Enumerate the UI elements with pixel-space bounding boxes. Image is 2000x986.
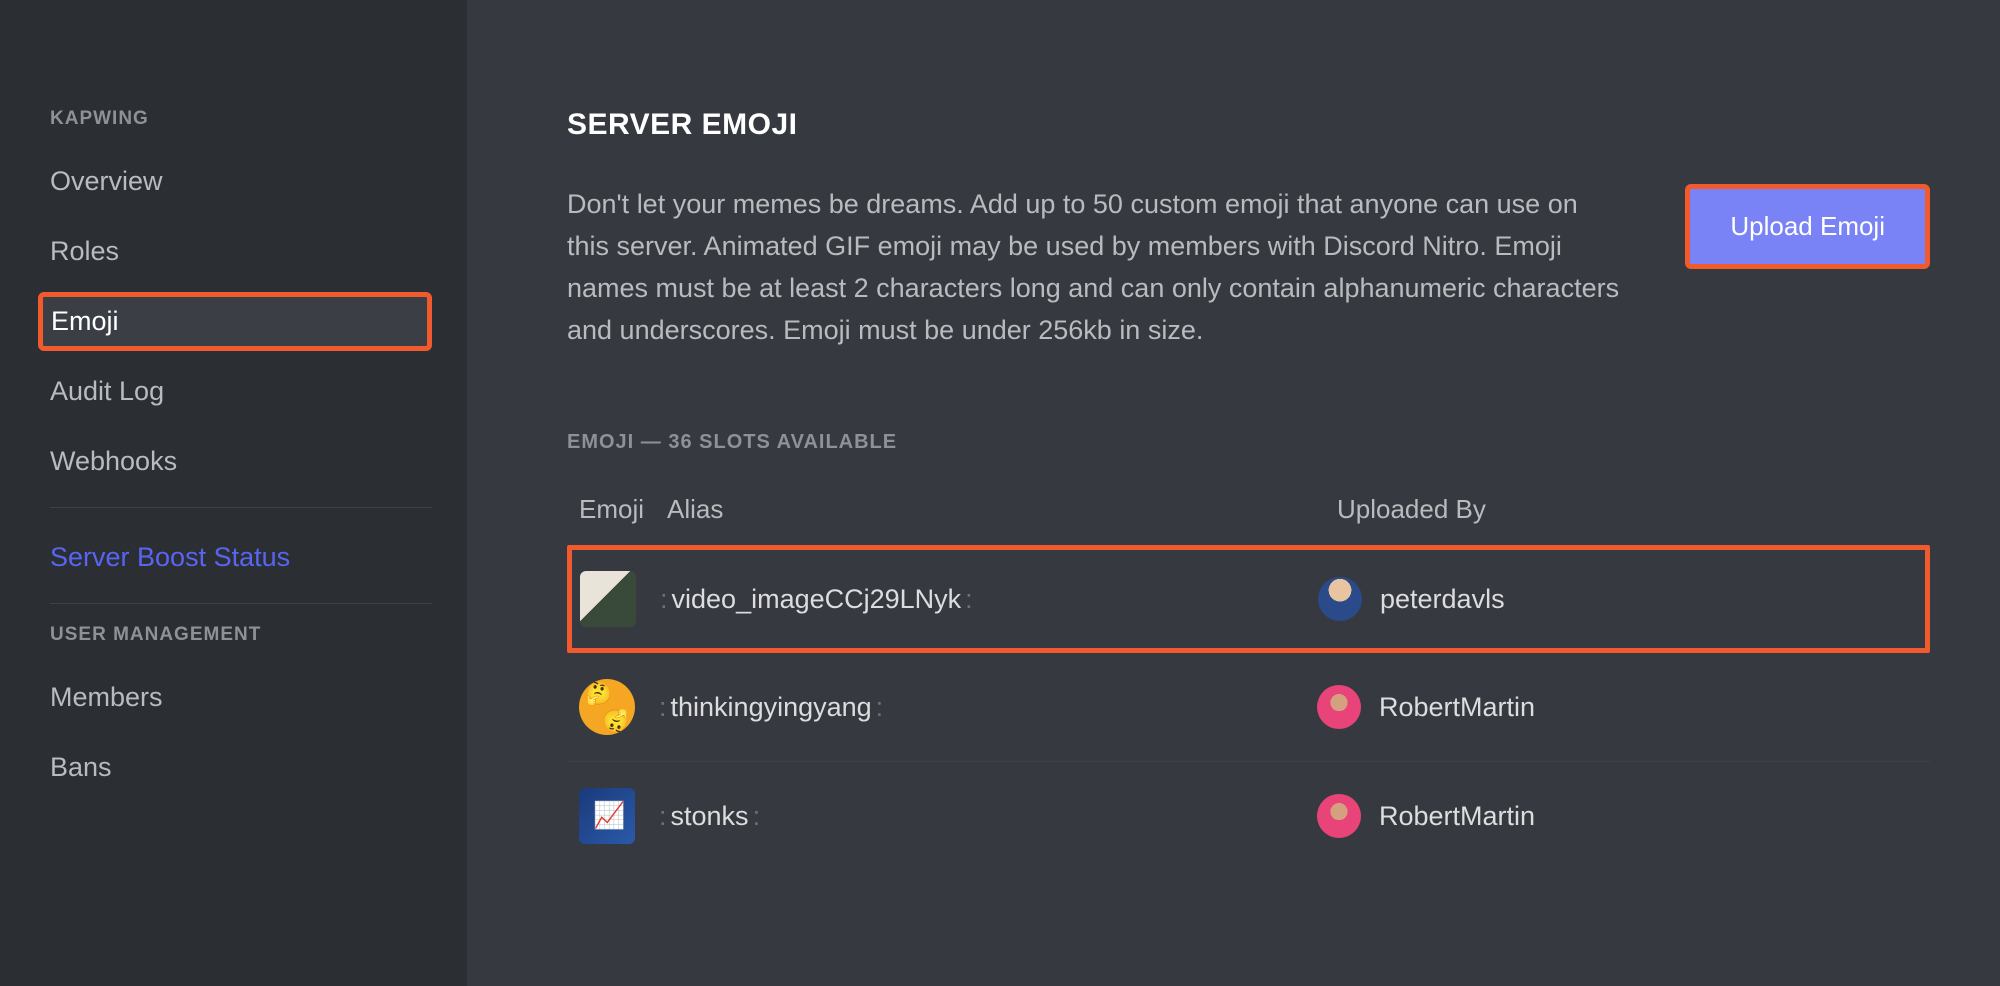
sidebar-header-server: KAPWING: [50, 108, 432, 130]
colon-prefix: :: [660, 584, 668, 615]
sidebar-item-label: Emoji: [51, 306, 119, 336]
sidebar-divider: [50, 603, 432, 604]
uploader-name: RobertMartin: [1379, 801, 1535, 832]
sidebar-divider: [50, 507, 432, 508]
emoji-row[interactable]: : thinkingyingyang : RobertMartin: [567, 653, 1930, 761]
emoji-alias-wrap: : thinkingyingyang :: [635, 692, 1317, 723]
sidebar-item-label: Members: [50, 682, 163, 712]
page-title: SERVER EMOJI: [567, 108, 1930, 142]
emoji-thumbnail: [579, 788, 635, 844]
emoji-alias[interactable]: stonks: [671, 801, 749, 832]
uploader-name: peterdavls: [1380, 584, 1505, 615]
sidebar-item-label: Overview: [50, 166, 163, 196]
page-description: Don't let your memes be dreams. Add up t…: [567, 184, 1625, 351]
colon-prefix: :: [659, 692, 667, 723]
colon-prefix: :: [659, 801, 667, 832]
sidebar-item-label: Audit Log: [50, 376, 164, 406]
emoji-alias-wrap: : stonks :: [635, 801, 1317, 832]
uploader-wrap: peterdavls: [1318, 577, 1505, 621]
main-content: SERVER EMOJI Don't let your memes be dre…: [467, 0, 2000, 986]
uploader-wrap: RobertMartin: [1317, 685, 1535, 729]
avatar: [1317, 685, 1361, 729]
emoji-alias[interactable]: video_imageCCj29LNyk: [672, 584, 962, 615]
sidebar-item-members[interactable]: Members: [38, 668, 432, 727]
sidebar-item-audit-log[interactable]: Audit Log: [38, 362, 432, 421]
emoji-table-header: Emoji Alias Uploaded By: [567, 494, 1930, 525]
uploader-wrap: RobertMartin: [1317, 794, 1535, 838]
column-header-alias: Alias: [667, 494, 1337, 525]
avatar: [1317, 794, 1361, 838]
sidebar-item-roles[interactable]: Roles: [38, 222, 432, 281]
sidebar-item-webhooks[interactable]: Webhooks: [38, 432, 432, 491]
emoji-alias[interactable]: thinkingyingyang: [671, 692, 872, 723]
colon-suffix: :: [876, 692, 884, 723]
emoji-alias-wrap: : video_imageCCj29LNyk :: [636, 584, 1318, 615]
sidebar-item-overview[interactable]: Overview: [38, 152, 432, 211]
colon-suffix: :: [965, 584, 973, 615]
header-row: Don't let your memes be dreams. Add up t…: [567, 184, 1930, 351]
sidebar-item-boost-status[interactable]: Server Boost Status: [50, 528, 432, 587]
emoji-thumbnail: [579, 679, 635, 735]
emoji-thumbnail: [580, 571, 636, 627]
column-header-emoji: Emoji: [579, 494, 667, 525]
colon-suffix: :: [753, 801, 761, 832]
avatar: [1318, 577, 1362, 621]
sidebar-item-emoji[interactable]: Emoji: [38, 292, 432, 351]
sidebar: KAPWING Overview Roles Emoji Audit Log W…: [0, 0, 467, 986]
emoji-slots-label: EMOJI — 36 SLOTS AVAILABLE: [567, 431, 1930, 454]
sidebar-item-bans[interactable]: Bans: [38, 738, 432, 797]
sidebar-item-label: Roles: [50, 236, 119, 266]
sidebar-item-label: Bans: [50, 752, 112, 782]
sidebar-item-label: Server Boost Status: [50, 542, 290, 572]
uploader-name: RobertMartin: [1379, 692, 1535, 723]
emoji-row[interactable]: : stonks : RobertMartin: [567, 761, 1930, 870]
emoji-row[interactable]: : video_imageCCj29LNyk : peterdavls: [567, 545, 1930, 653]
sidebar-item-label: Webhooks: [50, 446, 177, 476]
upload-emoji-button[interactable]: Upload Emoji: [1685, 184, 1930, 269]
column-header-uploaded-by: Uploaded By: [1337, 494, 1930, 525]
sidebar-header-user-management: USER MANAGEMENT: [50, 624, 432, 646]
